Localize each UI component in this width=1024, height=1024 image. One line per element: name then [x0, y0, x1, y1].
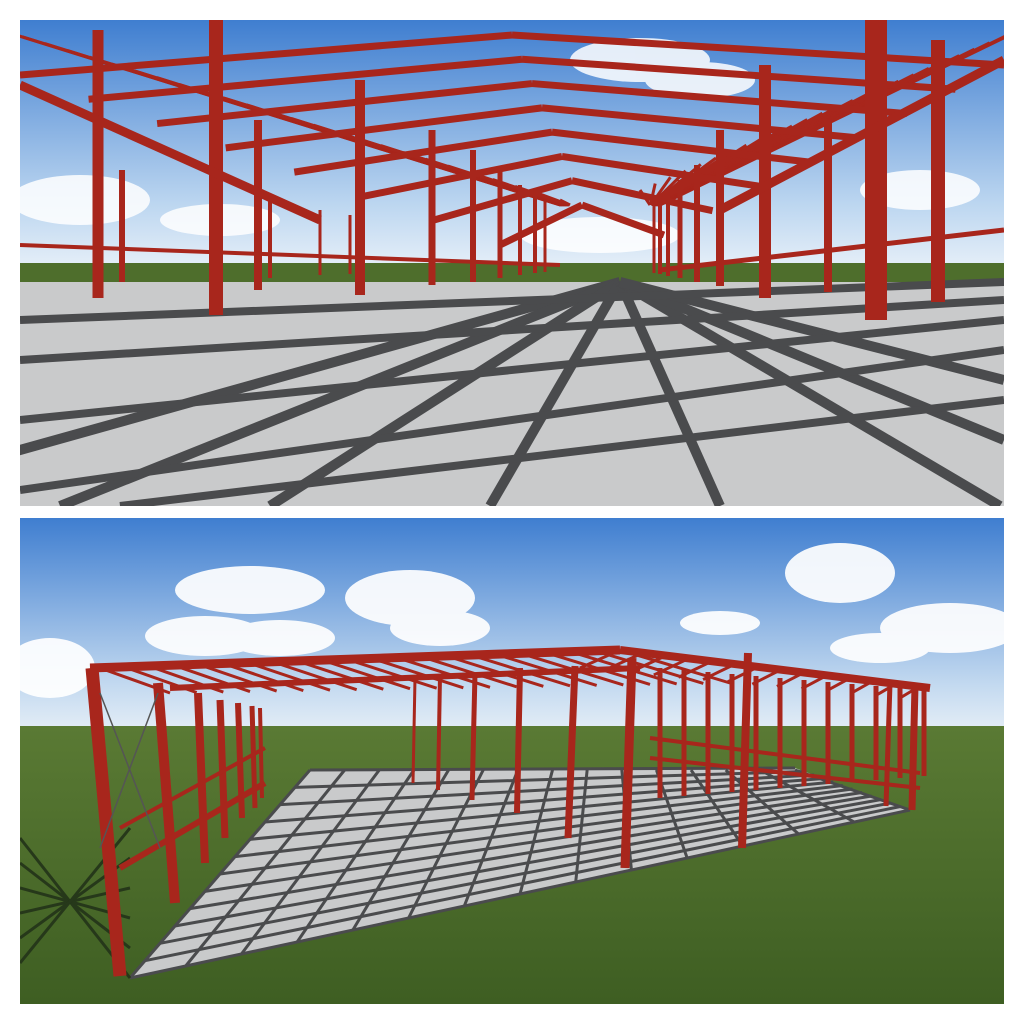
photo-interior-frame	[20, 20, 1004, 506]
grass-horizon	[20, 263, 1004, 285]
column	[908, 685, 919, 811]
exterior-steel-frame-render	[20, 518, 1004, 1004]
photo-exterior-frame	[20, 518, 1004, 1004]
column	[469, 672, 478, 801]
column	[411, 677, 417, 784]
interior-steel-frame-render	[20, 20, 1004, 506]
column	[436, 675, 442, 791]
column	[514, 667, 523, 814]
shadow-line	[309, 766, 796, 772]
